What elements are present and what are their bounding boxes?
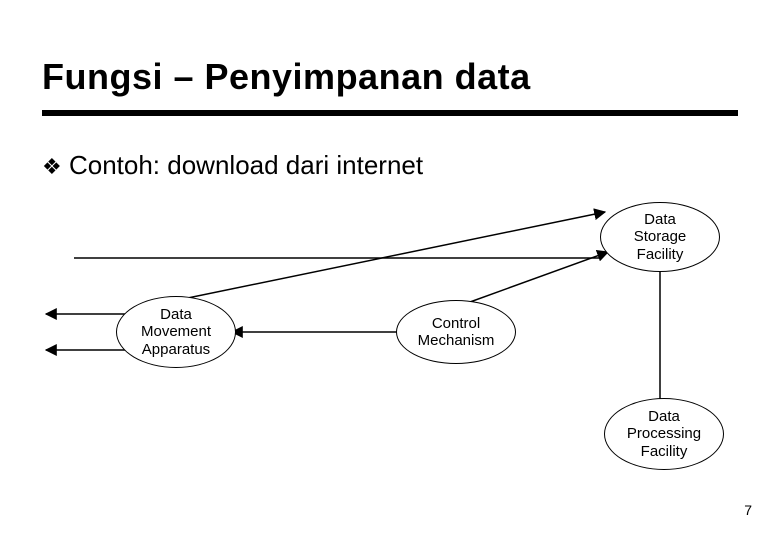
node-control-mechanism: ControlMechanism — [396, 300, 516, 364]
node-data-movement-apparatus: DataMovementApparatus — [116, 296, 236, 368]
node-label: DataProcessingFacility — [627, 408, 701, 460]
node-label: ControlMechanism — [418, 315, 495, 350]
slide: Fungsi – Penyimpanan data ❖ Contoh: down… — [0, 0, 780, 540]
node-label: DataMovementApparatus — [141, 306, 211, 358]
node-label: DataStorageFacility — [634, 211, 687, 263]
page-number: 7 — [744, 502, 752, 518]
node-data-storage-facility: DataStorageFacility — [600, 202, 720, 272]
node-data-processing-facility: DataProcessingFacility — [604, 398, 724, 470]
